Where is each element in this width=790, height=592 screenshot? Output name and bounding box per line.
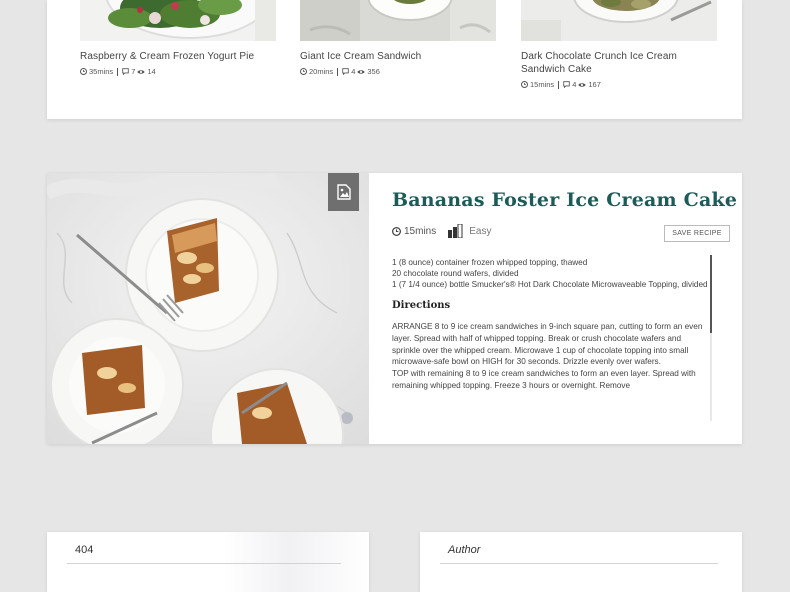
- directions-heading: Directions: [392, 300, 451, 311]
- comment-icon: [122, 68, 129, 75]
- recipe-views: 167: [588, 80, 601, 89]
- clock-icon: [300, 68, 307, 75]
- content-scrollbar[interactable]: [710, 255, 712, 421]
- direction-step: ARRANGE 8 to 9 ice cream sandwiches in 9…: [392, 322, 703, 367]
- recipe-image[interactable]: [521, 0, 717, 41]
- recipe-views: 14: [147, 67, 156, 76]
- meta-divider: [117, 67, 119, 76]
- recipe-card[interactable]: Giant Ice Cream Sandwich 20mins 4 356: [300, 0, 496, 76]
- save-recipe-button[interactable]: SAVE RECIPE: [664, 225, 730, 242]
- eye-icon: [578, 82, 587, 88]
- difficulty-bars-icon: [448, 224, 465, 238]
- comment-icon: [342, 68, 349, 75]
- featured-recipe-photo[interactable]: [47, 173, 369, 444]
- divider: [440, 563, 718, 564]
- eye-icon: [357, 69, 366, 75]
- image-gallery-button[interactable]: [328, 173, 359, 211]
- recipe-comments: 4: [572, 80, 577, 89]
- recipe-card[interactable]: Raspberry & Cream Frozen Yogurt Pie 35mi…: [80, 0, 276, 76]
- meta-divider: [337, 67, 339, 76]
- recipe-time: 15mins: [530, 80, 555, 89]
- recipe-title[interactable]: Raspberry & Cream Frozen Yogurt Pie: [80, 50, 276, 63]
- comment-icon: [563, 81, 570, 88]
- widget-title: 404: [75, 544, 94, 556]
- recipe-time: 35mins: [89, 67, 114, 76]
- featured-recipe-details: Bananas Foster Ice Cream Cake 15mins Eas…: [392, 173, 737, 444]
- recipe-comments: 7: [131, 67, 136, 76]
- recipe-content-scroll[interactable]: 1 (8 ounce) container frozen whipped top…: [392, 257, 710, 423]
- recipe-meta: 20mins 4 356: [300, 67, 496, 76]
- recipe-meta: 35mins 7 14: [80, 67, 276, 76]
- scrollbar-thumb[interactable]: [710, 255, 712, 333]
- widget-title: Author: [448, 544, 481, 556]
- recipe-image[interactable]: [300, 0, 496, 41]
- clock-icon: [392, 226, 401, 236]
- recipe-comments: 4: [351, 67, 356, 76]
- recipe-views: 356: [367, 67, 380, 76]
- ingredient-item: 1 (7 1/4 ounce) bottle Smucker's® Hot Da…: [392, 280, 708, 289]
- featured-meta: 15mins Easy: [392, 222, 702, 240]
- recipe-grid-card: Raspberry & Cream Frozen Yogurt Pie 35mi…: [47, 0, 742, 119]
- 404-widget: 404: [47, 532, 369, 592]
- author-widget: Author: [420, 532, 742, 592]
- featured-time: 15mins: [404, 225, 437, 237]
- meta-divider: [558, 80, 560, 89]
- ingredient-item: 1 (8 ounce) container frozen whipped top…: [392, 258, 588, 267]
- ingredient-item: 20 chocolate round wafers, divided: [392, 269, 519, 278]
- divider: [67, 563, 341, 564]
- featured-recipe-card: Bananas Foster Ice Cream Cake 15mins Eas…: [47, 173, 742, 444]
- featured-difficulty: Easy: [469, 225, 492, 237]
- eye-icon: [137, 69, 146, 75]
- direction-step: TOP with remaining 8 to 9 ice cream sand…: [392, 369, 696, 390]
- recipe-card[interactable]: Dark Chocolate Crunch Ice Cream Sandwich…: [521, 0, 717, 89]
- recipe-title[interactable]: Giant Ice Cream Sandwich: [300, 50, 496, 63]
- image-icon: [336, 184, 351, 200]
- recipe-meta: 15mins 4 167: [521, 80, 717, 89]
- featured-recipe-title[interactable]: Bananas Foster Ice Cream Cake: [392, 189, 737, 211]
- recipe-time: 20mins: [309, 67, 334, 76]
- recipe-title[interactable]: Dark Chocolate Crunch Ice Cream Sandwich…: [521, 50, 717, 76]
- recipe-image[interactable]: [80, 0, 276, 41]
- clock-icon: [521, 81, 528, 88]
- clock-icon: [80, 68, 87, 75]
